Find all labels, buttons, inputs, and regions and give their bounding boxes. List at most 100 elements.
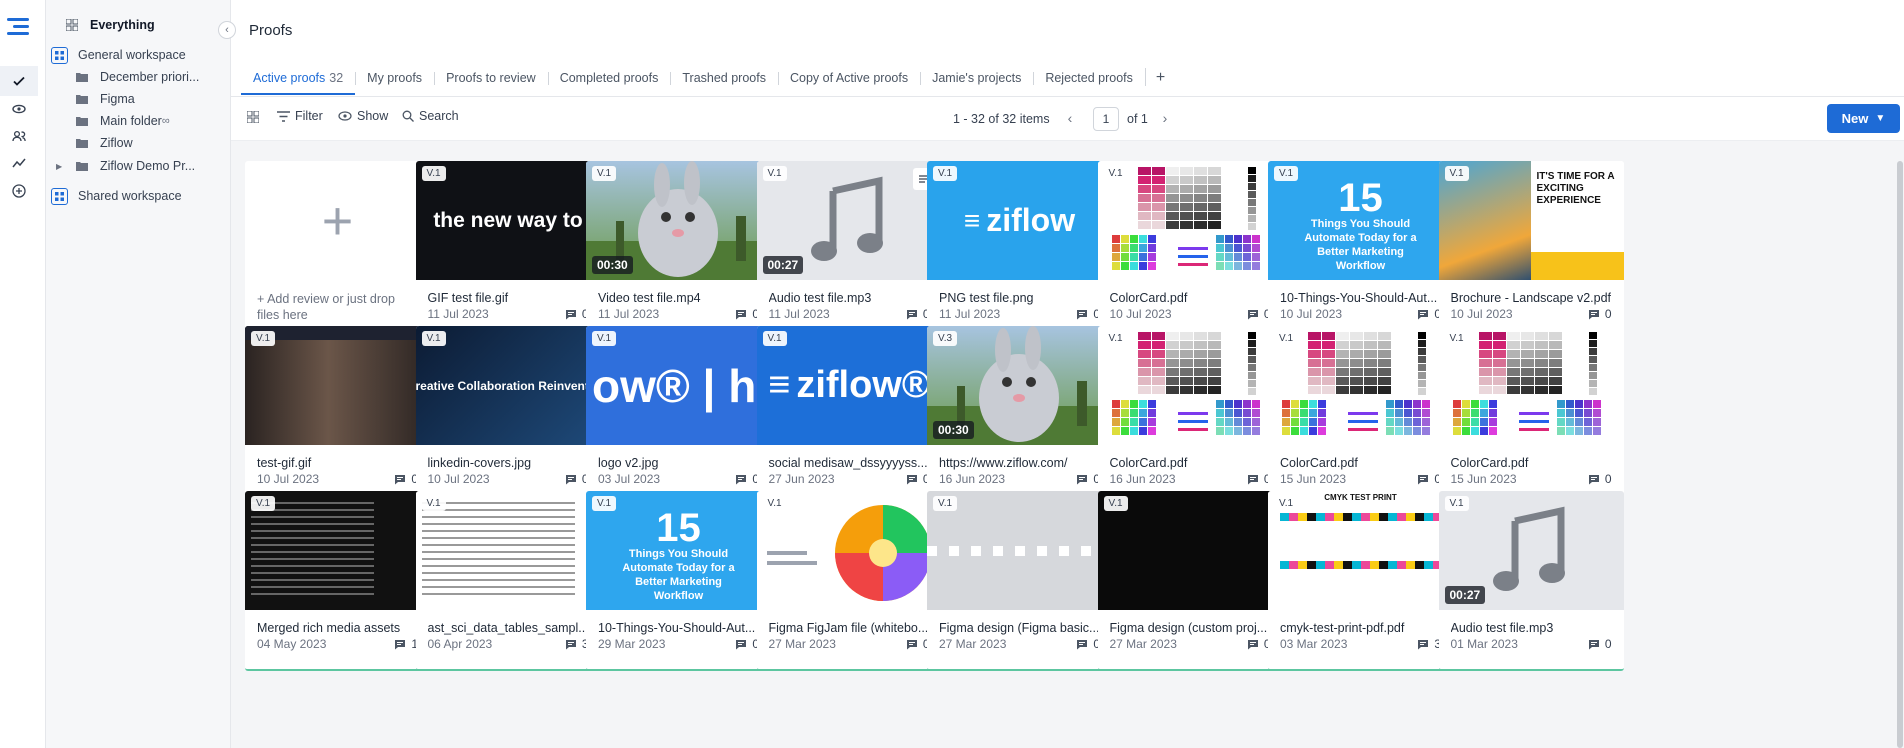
proof-card[interactable]: V.1 ColorCard.pdf 16 Jun 2023 0 — [1097, 326, 1283, 506]
proof-card[interactable]: the new way to V.1 GIF test file.gif 11 Jul… — [415, 161, 601, 341]
proof-card[interactable]: V.1 00:30 Video test file.mp4 11 Jul 2023 0 — [586, 161, 771, 341]
proof-card[interactable]: V.1 Figma FigJam file (whitebo... 27 Mar 2… — [756, 491, 942, 671]
version-badge: V.1 — [251, 331, 276, 346]
version-badge: V.1 — [762, 331, 787, 346]
search-icon — [402, 110, 414, 122]
sidebar-item-label: Ziflow Demo Pr... — [100, 159, 196, 173]
comment-icon — [395, 639, 406, 649]
sidebar-item-everything[interactable]: Everything — [46, 12, 231, 38]
add-review-text: + Add review or just drop files here — [257, 292, 395, 322]
proof-card[interactable]: V.1 ColorCard.pdf 15 Jun 2023 0 — [1438, 326, 1624, 506]
proof-name: ColorCard.pdf — [1109, 291, 1188, 305]
sidebar-item-folder[interactable]: ▶ Ziflow Demo Pr... — [46, 153, 231, 179]
reports-nav-icon[interactable] — [0, 148, 38, 178]
tab-count: 32 — [329, 71, 344, 85]
proof-date: 11 Jul 2023 — [598, 307, 660, 321]
proof-card[interactable]: reative Collaboration Reinvente V.1 linked… — [415, 326, 601, 506]
sidebar-item-label: Ziflow — [100, 136, 133, 150]
proof-card[interactable]: V.1 ast_sci_data_tables_sampl... 06 Apr 20… — [415, 491, 601, 671]
workspace-icon — [51, 187, 68, 205]
proof-card[interactable]: IT'S TIME FOR A EXCITING EXPERIENCE V.1 Br… — [1438, 161, 1624, 341]
tab-label: Proofs to review — [446, 71, 536, 85]
plus-icon: + — [321, 190, 354, 251]
proof-card[interactable]: V.3 00:30 https://www.ziflow.com/16 Jun 20… — [927, 326, 1112, 506]
proof-card[interactable]: V.1 Figma design (custom proj... 27 Mar 20… — [1097, 491, 1283, 671]
add-review-card[interactable]: + + Add review or just drop files here — [245, 161, 430, 341]
folder-icon — [74, 135, 90, 151]
tab-jamies-projects[interactable]: Jamie's projects — [920, 66, 1033, 95]
proof-card[interactable]: 15 Things You Should Automate Today for a… — [586, 491, 771, 671]
prev-page-button[interactable]: ‹ — [1062, 110, 1078, 126]
add-nav-icon[interactable] — [0, 176, 38, 206]
comment-count: 0 — [735, 472, 759, 486]
sidebar-item-label: December priori... — [100, 70, 200, 84]
proof-date: 03 Jul 2023 — [598, 472, 661, 486]
ziflow-logo-icon[interactable] — [7, 18, 31, 42]
proofs-nav-icon[interactable] — [0, 66, 38, 96]
duration-badge: 00:27 — [762, 256, 804, 274]
tab-completed-proofs[interactable]: Completed proofs — [547, 66, 671, 95]
comment-icon — [1077, 639, 1088, 649]
view-toggle-button[interactable] — [247, 111, 264, 123]
proof-card[interactable]: V.1 test-gif.gif 10 Jul 2023 0 — [245, 326, 430, 506]
proof-card[interactable]: V.1 ColorCard.pdf 15 Jun 2023 0 — [1268, 326, 1453, 506]
proof-card[interactable]: V.1 Figma design (Figma basic... 27 Mar 20… — [927, 491, 1112, 671]
proof-card[interactable]: ≡ ziflow® V.1 social medisaw_dssyyyyss... 27… — [756, 326, 942, 506]
comment-icon — [1247, 639, 1258, 649]
search-button[interactable]: Search — [402, 109, 459, 123]
expand-arrow-icon[interactable]: ▶ — [56, 162, 74, 171]
sidebar-item-label: Figma — [100, 92, 135, 106]
comment-icon — [1418, 639, 1429, 649]
proof-thumbnail: ow® | he V.1 — [586, 326, 771, 445]
comment-count: 0 — [394, 472, 418, 486]
main-content: Proofs Active proofs 32 My proofs Proofs … — [231, 0, 1904, 748]
proof-card[interactable]: 15 Things You Should Automate Today for a… — [1268, 161, 1453, 341]
folder-sidebar: Everything ‹ General workspace December … — [46, 0, 236, 748]
comment-count: 0 — [1247, 637, 1271, 651]
filter-button[interactable]: Filter — [277, 109, 323, 123]
proof-thumbnail: IT'S TIME FOR A EXCITING EXPERIENCE V.1 — [1438, 161, 1624, 280]
version-badge: V.1 — [933, 166, 958, 181]
proof-name: ColorCard.pdf — [1280, 456, 1358, 470]
comment-icon — [1588, 474, 1599, 484]
tab-active-proofs[interactable]: Active proofs 32 — [241, 66, 356, 95]
page-number-input[interactable] — [1093, 107, 1119, 131]
comment-icon — [395, 474, 406, 484]
proof-thumbnail: CMYK TEST PRINT V.1 — [1268, 491, 1453, 610]
proof-card[interactable]: V.1 00:27 Audio test file.mp3 01 Mar 2023 0 — [1438, 491, 1624, 671]
proof-card[interactable]: V.1 Merged rich media assets 04 May 2023 1 — [245, 491, 430, 671]
proof-date: 27 Mar 2023 — [768, 637, 836, 651]
show-label: Show — [357, 109, 389, 123]
proof-card[interactable]: V.1 ColorCard.pdf 10 Jul 2023 0 — [1097, 161, 1283, 341]
proof-card[interactable]: ≡ ziflow V.1 PNG test file.png 11 Jul 2023 0 — [927, 161, 1112, 341]
show-button[interactable]: Show — [338, 109, 388, 123]
tab-my-proofs[interactable]: My proofs — [355, 66, 434, 95]
app-rail — [0, 0, 46, 748]
comment-icon — [565, 309, 576, 319]
proof-card[interactable]: V.1 00:27 Audio test file.mp3 11 Jul 2023 0 — [756, 161, 942, 341]
comment-icon — [1418, 474, 1429, 484]
tab-copy-of-active-proofs[interactable]: Copy of Active proofs — [777, 66, 920, 95]
scrollbar[interactable] — [1896, 141, 1904, 748]
folder-icon — [74, 113, 90, 129]
proof-name: ColorCard.pdf — [1450, 456, 1529, 470]
reviews-nav-icon[interactable] — [0, 94, 38, 124]
scrollbar-thumb[interactable] — [1897, 161, 1903, 748]
proof-card[interactable]: ow® | he V.1 logo v2.jpg 03 Jul 2023 0 — [586, 326, 771, 506]
items-range: 1 - 32 of 32 items — [953, 112, 1050, 126]
new-button[interactable]: New ▼ — [1827, 104, 1900, 133]
tab-rejected-proofs[interactable]: Rejected proofs — [1033, 66, 1145, 95]
sidebar-item-shared-workspace[interactable]: Shared workspace — [46, 183, 231, 209]
proof-name: Brochure - Landscape v2.pdf — [1450, 291, 1612, 305]
comment-count: 0 — [565, 307, 589, 321]
proof-name: Figma FigJam file (whitebo... — [768, 621, 929, 635]
tab-proofs-to-review[interactable]: Proofs to review — [434, 66, 548, 95]
users-nav-icon[interactable] — [0, 121, 38, 151]
next-page-button[interactable]: › — [1157, 110, 1173, 126]
comment-count: 0 — [735, 637, 759, 651]
proof-thumbnail: V.1 — [245, 326, 430, 445]
add-tab-button[interactable]: + — [1144, 68, 1175, 86]
tab-trashed-proofs[interactable]: Trashed proofs — [670, 66, 778, 95]
proof-card[interactable]: CMYK TEST PRINT V.1 cmyk-test-print-pdf.pd… — [1268, 491, 1453, 671]
grid-icon — [64, 17, 80, 33]
